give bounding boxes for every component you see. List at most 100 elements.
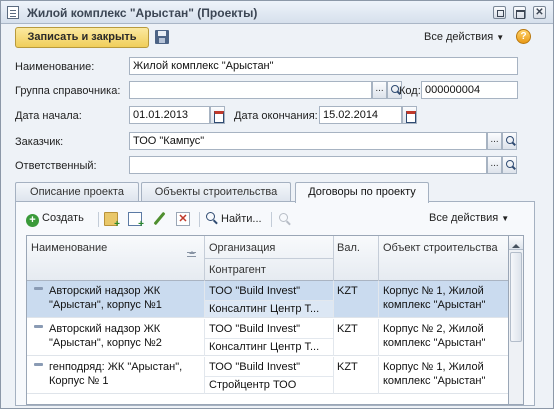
row-name-line1: Авторский надзор ЖК [49,285,161,297]
chevron-down-icon: ▼ [496,33,505,42]
column-header-counterparty[interactable]: Контрагент [209,264,266,276]
scroll-thumb[interactable] [510,252,522,342]
responsible-open-icon[interactable] [502,156,517,174]
create-label: Создать [42,212,84,224]
toolbar-divider [271,212,272,227]
cell-divider [378,319,379,356]
row-object-line2: комплекс "Арыстан" [383,337,486,349]
column-header-currency[interactable]: Вал. [337,242,360,254]
row-object-line1: Корпус № 2, Жилой [383,323,484,335]
table-row[interactable]: Авторский надзор ЖК "Арыстан", корпус №2… [27,319,508,356]
sort-icon[interactable] [187,251,196,257]
table-header: Наименование Организация Контрагент Вал.… [27,236,508,281]
customer-label: Заказчик: [15,136,64,148]
scroll-up-arrow-icon[interactable] [509,236,523,250]
maximize-button[interactable] [513,6,526,19]
start-calendar-icon[interactable] [210,106,225,124]
name-field[interactable]: Жилой комплекс "Арыстан" [129,57,518,75]
row-currency: KZT [337,323,358,335]
create-button[interactable]: + Создать [26,212,84,227]
find-button[interactable]: Найти... [206,212,262,225]
toolbar-divider [199,212,200,227]
row-counterparty: Консалтинг Центр Т... [209,341,320,353]
customer-open-icon[interactable] [502,132,517,150]
group-field[interactable] [129,81,372,99]
start-date-label: Дата начала: [15,110,82,122]
copy-icon[interactable] [128,212,144,230]
responsible-select-button[interactable]: ... [487,156,502,174]
save-and-close-button[interactable]: Записать и закрыть [15,27,149,48]
column-header-organization[interactable]: Организация [209,242,275,254]
customer-select-button[interactable]: ... [487,132,502,150]
responsible-field[interactable] [129,156,487,174]
code-label: Код: [399,85,421,97]
add-group-icon[interactable] [104,212,120,230]
search-icon [206,212,218,224]
cell-divider [333,357,334,394]
group-select-button[interactable]: ... [372,81,387,99]
window-title: Жилой комплекс "Арыстан" (Проекты) [27,6,258,20]
cell-subdivider [205,376,333,377]
toolbar-divider [98,212,99,227]
chevron-down-icon: ▼ [501,214,510,223]
contracts-panel: +Создать ✕ Найти... Все действия▼ Наимен… [15,201,535,406]
group-label: Группа справочника: [15,85,121,97]
start-date-field[interactable]: 01.01.2013 [129,106,210,124]
row-name-line2: "Арыстан", корпус №2 [49,337,162,349]
row-item-icon [34,325,43,328]
contracts-all-actions-menu[interactable]: Все действия ▼ [429,212,509,224]
cell-divider [378,281,379,318]
row-organization: ТОО "Build Invest" [209,361,301,373]
row-name-line1: генподряд: ЖК "Арыстан", [49,361,183,373]
cell-divider [378,357,379,394]
row-object-line2: комплекс "Арыстан" [383,299,486,311]
all-actions-menu[interactable]: Все действия ▼ [424,31,504,43]
responsible-label: Ответственный: [15,160,97,172]
table-row[interactable]: Авторский надзор ЖК "Арыстан", корпус №1… [27,281,508,318]
edit-pencil-icon[interactable] [152,212,166,226]
row-counterparty: Консалтинг Центр Т... [205,301,333,317]
tab-construction-objects[interactable]: Объекты строительства [141,182,291,202]
end-calendar-icon[interactable] [402,106,417,124]
title-bar[interactable]: Жилой комплекс "Арыстан" (Проекты) ✕ [1,1,553,24]
tab-project-contracts[interactable]: Договоры по проекту [295,182,429,203]
add-icon: + [26,214,39,227]
end-date-field[interactable]: 15.02.2014 [319,106,402,124]
form-window: Жилой комплекс "Арыстан" (Проекты) ✕ Зап… [0,0,554,409]
row-object-line2: комплекс "Арыстан" [383,375,486,387]
row-currency: KZT [337,285,358,297]
name-label: Наименование: [15,61,95,73]
tab-project-description[interactable]: Описание проекта [15,182,139,202]
column-header-name[interactable]: Наименование [31,242,107,254]
close-button[interactable]: ✕ [533,6,546,19]
code-field[interactable]: 000000004 [421,81,518,99]
row-name-line2: Корпус № 1 [49,375,109,387]
column-divider [378,236,379,281]
row-counterparty: Стройцентр ТОО [209,379,297,391]
contracts-table: Наименование Организация Контрагент Вал.… [26,235,509,405]
cell-divider [333,281,334,318]
table-scrollbar[interactable] [509,235,524,405]
column-divider [333,236,334,281]
row-name-line1: Авторский надзор ЖК [49,323,161,335]
delete-icon[interactable]: ✕ [176,212,190,226]
cancel-search-icon[interactable] [278,212,292,226]
all-actions-label: Все действия [424,31,494,43]
row-object-line1: Корпус № 1, Жилой [383,361,484,373]
find-label: Найти... [221,213,262,225]
end-date-label: Дата окончания: [234,110,318,122]
customer-field[interactable]: ТОО "Кампус" [129,132,487,150]
restore-button[interactable] [493,6,506,19]
table-row[interactable]: генподряд: ЖК "Арыстан", Корпус № 1 ТОО … [27,357,508,394]
row-organization: ТОО "Build Invest" [209,323,301,335]
row-item-icon [34,363,43,366]
cell-divider [333,319,334,356]
column-header-object[interactable]: Объект строительства [383,242,508,254]
row-object-line1: Корпус № 1, Жилой [383,285,484,297]
row-name-line2: "Арыстан", корпус №1 [49,299,162,311]
row-currency: KZT [337,361,358,373]
header-subdivider [205,258,333,259]
row-organization: ТОО "Build Invest" [209,285,301,297]
help-icon[interactable]: ? [516,29,531,44]
save-disk-icon[interactable] [155,30,169,44]
